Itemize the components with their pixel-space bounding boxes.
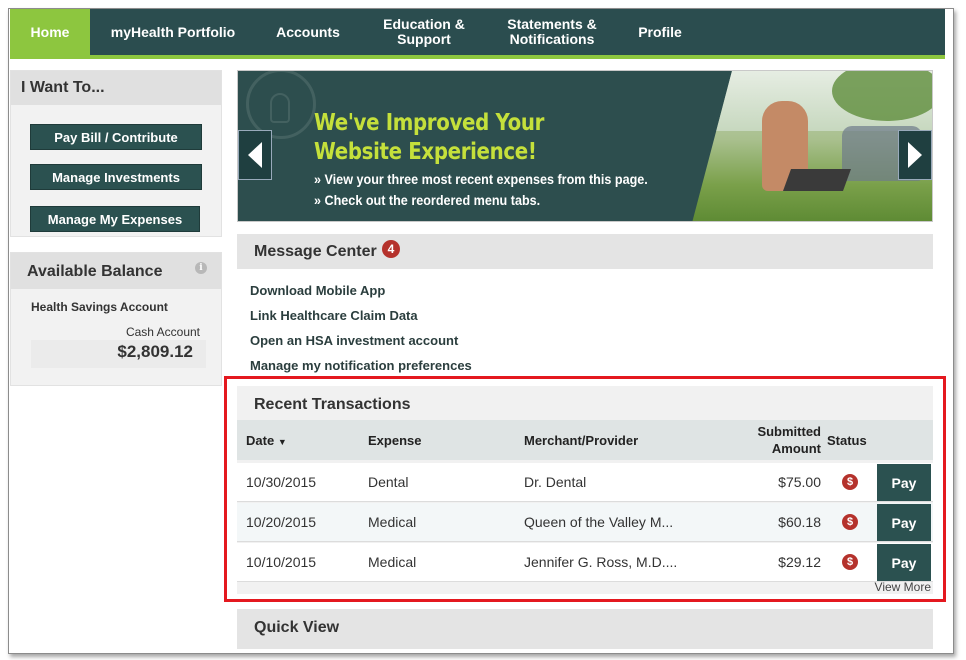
nav-tab-label: Home <box>30 23 70 40</box>
pay-bill-contribute-button[interactable]: Pay Bill / Contribute <box>30 124 202 150</box>
panel-title: I Want To... <box>11 71 221 105</box>
available-balance-panel: Available Balance i Health Savings Accou… <box>10 252 222 386</box>
link-healthcare-claim-data[interactable]: Link Healthcare Claim Data <box>250 308 418 323</box>
info-icon[interactable]: i <box>195 262 207 274</box>
nav-tab-label: Statements & Notifications <box>507 16 597 47</box>
nav-tab-profile[interactable]: Profile <box>624 9 696 55</box>
nav-tab-home[interactable]: Home <box>10 9 90 55</box>
banner-bullets: » View your three most recent expenses f… <box>314 169 692 211</box>
nav-tab-label: Profile <box>638 23 682 40</box>
banner-bullet: » View your three most recent expenses f… <box>314 171 648 187</box>
nav-tab-accounts[interactable]: Accounts <box>270 9 346 55</box>
promo-banner[interactable]: We've Improved Your Website Experience! … <box>237 70 933 222</box>
nav-tab-education-support[interactable]: Education & Support <box>374 9 474 55</box>
link-download-mobile-app[interactable]: Download Mobile App <box>250 283 385 298</box>
nav-tab-statements-notifications[interactable]: Statements & Notifications <box>496 9 608 55</box>
panel-title: Available Balance <box>11 253 221 289</box>
message-center-header: Message Center 4 <box>237 234 933 269</box>
i-want-to-panel: I Want To... Pay Bill / Contribute Manag… <box>10 70 222 237</box>
chevron-left-icon <box>248 142 262 168</box>
banner-headline: We've Improved Your Website Experience! <box>314 109 598 167</box>
quick-view-title: Quick View <box>254 619 340 636</box>
nav-tab-label: myHealth Portfolio <box>110 23 236 40</box>
banner-photo <box>692 71 932 221</box>
nav-tab-label: Education & Support <box>383 16 465 47</box>
manage-my-expenses-button[interactable]: Manage My Expenses <box>30 206 200 232</box>
manage-investments-button[interactable]: Manage Investments <box>30 164 202 190</box>
highlight-box <box>224 376 946 602</box>
link-open-hsa-investment[interactable]: Open an HSA investment account <box>250 333 458 348</box>
message-center-title: Message Center <box>254 243 377 260</box>
carousel-prev-button[interactable] <box>238 130 272 180</box>
message-center: Message Center 4 Download Mobile App Lin… <box>237 234 933 377</box>
quick-view: Quick View <box>237 609 933 649</box>
nav-tab-label: Accounts <box>276 23 340 40</box>
nav-tab-myhealth-portfolio[interactable]: myHealth Portfolio <box>106 9 240 55</box>
headline-line: We've Improved Your <box>314 110 545 136</box>
cash-account-label: Cash Account <box>125 325 200 339</box>
photo-laptop <box>782 169 852 191</box>
lightbulb-filament <box>270 93 290 123</box>
top-navigation: Home myHealth Portfolio Accounts Educati… <box>10 9 945 59</box>
cash-balance-value: $2,809.12 <box>117 342 193 361</box>
message-count-badge: 4 <box>382 240 400 258</box>
headline-line: Website Experience! <box>314 139 537 165</box>
chevron-right-icon <box>908 142 922 168</box>
link-notification-preferences[interactable]: Manage my notification preferences <box>250 358 472 373</box>
carousel-next-button[interactable] <box>898 130 932 180</box>
banner-bullet: » Check out the reordered menu tabs. <box>314 192 541 208</box>
account-name: Health Savings Account <box>31 300 168 314</box>
